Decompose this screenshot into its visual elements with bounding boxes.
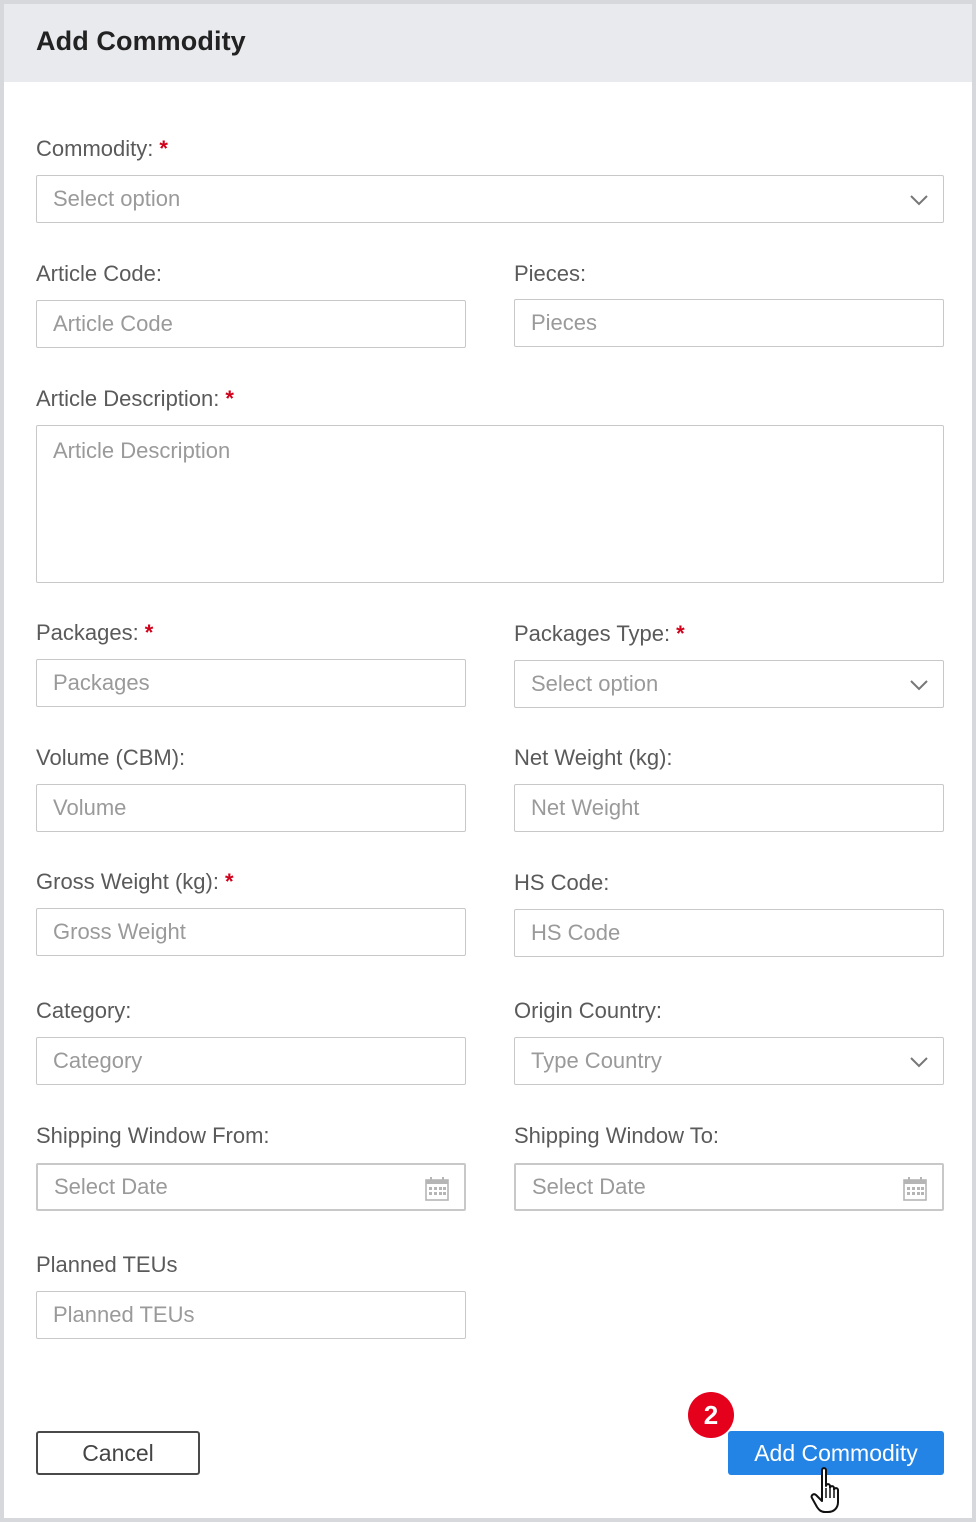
gross-weight-label: Gross Weight (kg): * <box>36 869 234 895</box>
required-marker: * <box>224 869 234 894</box>
planned-teus-label: Planned TEUs <box>36 1252 178 1277</box>
pieces-input[interactable]: Pieces <box>514 299 944 347</box>
shipping-window-from-placeholder: Select Date <box>54 1174 168 1199</box>
packages-label: Packages: * <box>36 620 153 646</box>
packages-input[interactable]: Packages <box>36 659 466 707</box>
article-code-input[interactable]: Article Code <box>36 300 466 348</box>
hs-code-input[interactable]: HS Code <box>514 909 944 957</box>
origin-country-select[interactable]: Type Country <box>514 1037 944 1085</box>
required-marker: * <box>159 136 168 161</box>
commodity-select[interactable]: Select option <box>36 175 944 223</box>
article-description-label-text: Article Description: <box>36 386 220 411</box>
required-marker: * <box>144 620 154 645</box>
volume-placeholder: Volume <box>53 795 127 820</box>
article-code-placeholder: Article Code <box>53 311 173 336</box>
shipping-window-to-label: Shipping Window To: <box>514 1123 720 1148</box>
gross-weight-input[interactable]: Gross Weight <box>36 908 466 956</box>
hs-code-label: HS Code: <box>514 870 610 895</box>
packages-type-label: Packages Type: * <box>514 621 685 647</box>
planned-teus-placeholder: Planned TEUs <box>53 1302 195 1327</box>
article-code-label: Article Code: <box>36 261 162 286</box>
volume-input[interactable]: Volume <box>36 784 466 832</box>
net-weight-label: Net Weight (kg): <box>514 745 673 770</box>
category-label: Category: <box>36 998 132 1023</box>
gross-weight-placeholder: Gross Weight <box>53 919 186 944</box>
packages-type-placeholder: Select option <box>531 671 659 696</box>
shipping-window-from-label: Shipping Window From: <box>36 1123 270 1148</box>
chevron-down-icon <box>910 195 928 206</box>
calendar-icon[interactable] <box>902 1176 928 1202</box>
origin-country-placeholder: Type Country <box>531 1048 662 1073</box>
hs-code-placeholder: HS Code <box>531 920 621 945</box>
packages-type-select[interactable]: Select option <box>514 660 944 708</box>
packages-type-label-text: Packages Type: <box>514 621 671 646</box>
pieces-label: Pieces: <box>514 261 587 286</box>
shipping-window-to-placeholder: Select Date <box>532 1174 646 1199</box>
planned-teus-input[interactable]: Planned TEUs <box>36 1291 466 1339</box>
packages-placeholder: Packages <box>53 670 150 695</box>
required-marker: * <box>225 386 234 411</box>
category-placeholder: Category <box>53 1048 143 1073</box>
net-weight-placeholder: Net Weight <box>531 795 640 820</box>
article-description-placeholder: Article Description <box>53 438 231 463</box>
pieces-placeholder: Pieces <box>531 310 598 335</box>
add-commodity-dialog: Add Commodity Commodity: * Select option … <box>0 0 976 1522</box>
article-description-textarea[interactable]: Article Description <box>36 425 944 583</box>
origin-country-label: Origin Country: <box>514 998 662 1023</box>
shipping-window-from-datepicker[interactable]: Select Date <box>36 1163 466 1211</box>
cancel-button[interactable]: Cancel <box>36 1431 200 1475</box>
net-weight-input[interactable]: Net Weight <box>514 784 944 832</box>
step-badge: 2 <box>688 1392 734 1438</box>
category-input[interactable]: Category <box>36 1037 466 1085</box>
required-marker: * <box>676 621 685 646</box>
packages-label-text: Packages: <box>36 620 139 645</box>
calendar-icon[interactable] <box>424 1176 450 1202</box>
volume-label: Volume (CBM): <box>36 745 186 770</box>
commodity-label-text: Commodity: <box>36 136 154 161</box>
shipping-window-to-datepicker[interactable]: Select Date <box>514 1163 944 1211</box>
commodity-label: Commodity: * <box>36 136 168 162</box>
article-description-label: Article Description: * <box>36 386 234 412</box>
dialog-title: Add Commodity <box>36 26 246 56</box>
dialog-header: Add Commodity <box>4 4 972 82</box>
commodity-select-placeholder: Select option <box>53 186 181 211</box>
chevron-down-icon <box>910 680 928 691</box>
hand-pointer-cursor-icon <box>810 1467 839 1513</box>
gross-weight-label-text: Gross Weight (kg): <box>36 869 219 894</box>
chevron-down-icon <box>910 1057 928 1068</box>
